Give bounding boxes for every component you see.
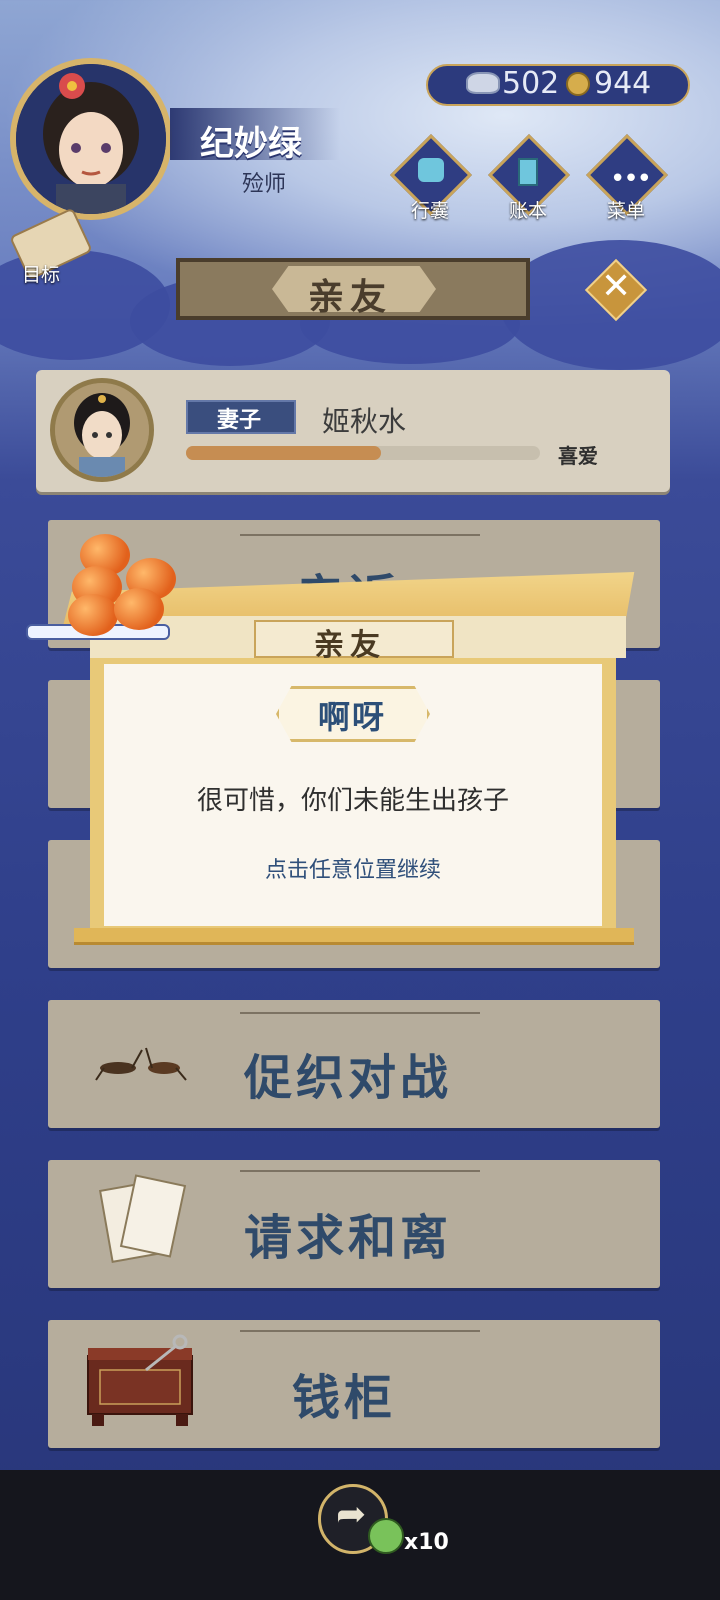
ledger-label: 账本 bbox=[509, 200, 548, 222]
share-icon: ➦ bbox=[336, 1494, 367, 1535]
player-avatar[interactable] bbox=[10, 58, 172, 220]
card-divider bbox=[240, 1012, 480, 1014]
persimmon-icon bbox=[114, 588, 164, 630]
share-reward-count: x10 bbox=[404, 1530, 449, 1555]
relation-role: 妻子 bbox=[217, 408, 262, 433]
card-divider bbox=[240, 534, 480, 536]
target-label[interactable]: 目标 bbox=[22, 260, 60, 287]
persimmon-icon bbox=[68, 594, 118, 636]
reward-gift-icon bbox=[368, 1518, 404, 1554]
coin-amount: 944 bbox=[594, 66, 652, 101]
dialog-title: 啊呀 bbox=[318, 698, 387, 736]
card-divider bbox=[240, 1170, 480, 1172]
dialog-continue-hint[interactable]: 点击任意位置继续 bbox=[104, 852, 602, 884]
option-label: 钱柜 bbox=[292, 1370, 397, 1426]
card-divider bbox=[240, 1330, 480, 1332]
bag-icon bbox=[418, 158, 444, 182]
ledger-icon bbox=[518, 158, 538, 186]
option-label: 请求和离 bbox=[244, 1210, 453, 1266]
cricket-icon bbox=[95, 1047, 187, 1081]
option-label: 促织对战 bbox=[244, 1050, 453, 1106]
page-title: 亲友 bbox=[308, 277, 393, 318]
player-name: 纪妙绿 bbox=[200, 124, 302, 164]
spouse-portrait-icon bbox=[55, 383, 149, 477]
silver-amount: 502 bbox=[502, 66, 560, 101]
dialog-message: 很可惜，你们未能生出孩子 bbox=[196, 786, 509, 816]
affection-bar-fill bbox=[186, 446, 381, 460]
copper-coin-icon bbox=[566, 72, 590, 96]
menu-label: 菜单 bbox=[607, 200, 646, 222]
player-portrait-icon bbox=[16, 64, 166, 214]
silver-ingot-icon bbox=[466, 72, 500, 94]
spouse-name: 姬秋水 bbox=[322, 405, 407, 438]
more-dots-icon: ••• bbox=[610, 164, 652, 194]
affection-status: 喜爱 bbox=[558, 444, 598, 468]
cashbox-icon bbox=[87, 1334, 193, 1426]
spouse-avatar bbox=[50, 378, 154, 482]
bag-label: 行囊 bbox=[411, 200, 450, 222]
close-icon: ✕ bbox=[601, 266, 632, 307]
dialog-bottom-bar bbox=[74, 928, 634, 945]
divorce-letter-icon bbox=[98, 1174, 187, 1263]
player-title: 殓师 bbox=[242, 172, 287, 197]
